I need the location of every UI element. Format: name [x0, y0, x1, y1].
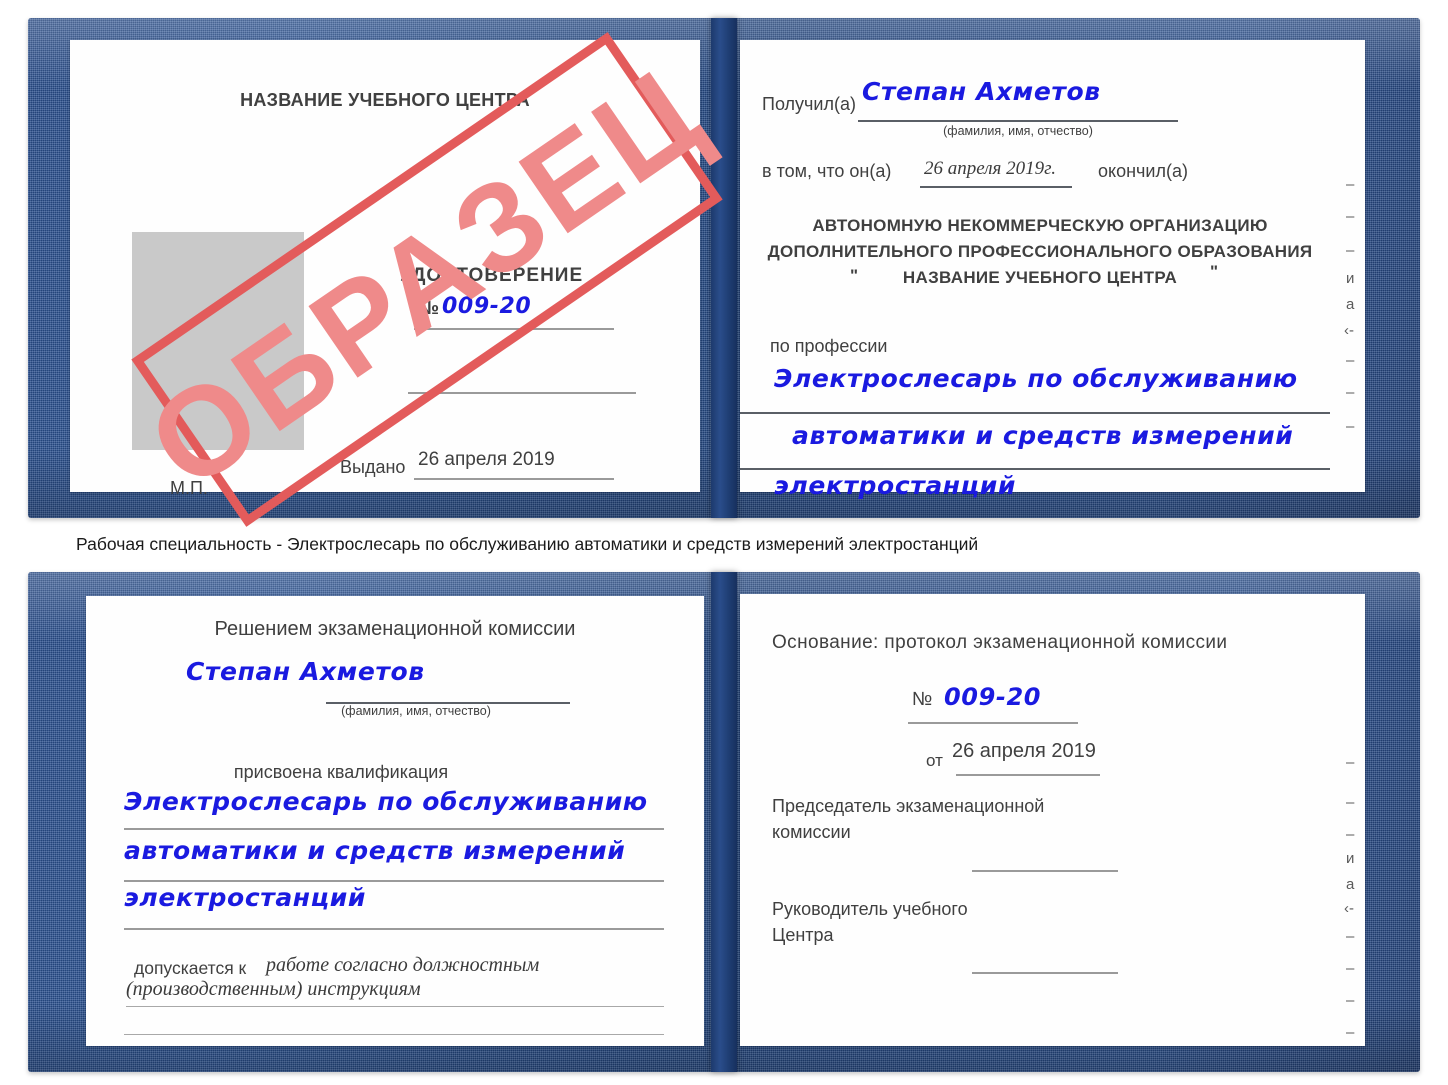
qualification-line2: автоматики и средств измерений [124, 836, 626, 865]
protocol-date-label: от [926, 751, 943, 770]
bottom-right-page: Основание: протокол экзаменационной коми… [740, 594, 1365, 1046]
profession-rule2 [740, 468, 1330, 470]
head-signature-rule [972, 972, 1118, 974]
profession-rule1 [740, 412, 1330, 414]
edge-fragment: ‹- [1344, 322, 1354, 339]
profession-line2: автоматики и средств измерений [792, 421, 1294, 450]
certificate-top: НАЗВАНИЕ УЧЕБНОГО ЦЕНТРА УДОСТОВЕРЕНИЕ №… [28, 18, 1420, 527]
edge-fragment: – [1346, 826, 1355, 843]
edge-fragment: и [1346, 270, 1355, 287]
head-line2: Центра [772, 925, 834, 945]
decision-title: Решением экзаменационной комиссии [214, 618, 576, 640]
bottom-left-page: Решением экзаменационной комиссии Степан… [86, 596, 704, 1046]
certificate-top-spine [711, 18, 737, 518]
admitted-line2: (производственным) инструкциям [126, 978, 421, 1000]
org-line1: АВТОНОМНУЮ НЕКОММЕРЧЕСКУЮ ОРГАНИЗАЦИЮ [812, 216, 1268, 235]
qualification-line1: Электрослесарь по обслуживанию [124, 787, 648, 816]
edge-fragment: – [1346, 754, 1355, 771]
in-that-value: 26 апреля 2019г. [924, 158, 1056, 179]
top-right-page: Получил(а) Степан Ахметов (фамилия, имя,… [740, 40, 1365, 500]
issued-rule [414, 478, 614, 480]
edge-fragment: а [1346, 296, 1355, 313]
edge-fragment: – [1346, 794, 1355, 811]
qualification-rule2 [124, 880, 664, 882]
in-that-label: в том, что он(а) [762, 161, 892, 181]
chairman-signature-rule [972, 870, 1118, 872]
protocol-number-value: 009-20 [944, 683, 1042, 711]
basis-label: Основание: протокол экзаменационной коми… [772, 632, 1228, 653]
blank-rule-top-left [408, 392, 636, 394]
edge-fragment: – [1346, 960, 1355, 977]
number-rule-top-left [414, 328, 614, 330]
edge-fragment: – [1346, 208, 1355, 225]
org-quote-close: " [1210, 262, 1219, 281]
protocol-date-rule [956, 774, 1100, 776]
protocol-number-rule [908, 722, 1078, 724]
edge-fragment: – [1346, 992, 1355, 1009]
top-left-page: НАЗВАНИЕ УЧЕБНОГО ЦЕНТРА УДОСТОВЕРЕНИЕ №… [70, 40, 700, 498]
decision-name-value: Степан Ахметов [186, 657, 425, 686]
fio-hint-top: (фамилия, имя, отчество) [943, 124, 1093, 138]
admitted-line1: работе согласно должностным [266, 954, 540, 976]
received-label: Получил(а) [762, 94, 856, 114]
number-label-top-left: № [418, 298, 440, 319]
received-rule [858, 120, 1178, 122]
admitted-rule1 [126, 1006, 664, 1007]
edge-fragment: – [1346, 928, 1355, 945]
protocol-number-label: № [912, 689, 933, 710]
org-title-top-left: НАЗВАНИЕ УЧЕБНОГО ЦЕНТРА [240, 90, 530, 110]
received-value: Степан Ахметов [862, 77, 1101, 106]
fio-hint-bottom: (фамилия, имя, отчество) [341, 704, 491, 718]
edge-fragment: и [1346, 850, 1355, 867]
qualification-rule1 [124, 828, 664, 830]
org-line2: ДОПОЛНИТЕЛЬНОГО ПРОФЕССИОНАЛЬНОГО ОБРАЗО… [767, 242, 1313, 261]
profession-label: по профессии [770, 336, 888, 356]
admitted-label: допускается к [134, 958, 247, 978]
certificate-bottom-spine [711, 572, 737, 1072]
qualification-rule3 [124, 928, 664, 930]
qualification-label: присвоена квалификация [233, 762, 449, 782]
in-that-rule [920, 186, 1072, 188]
finished-label: окончил(а) [1098, 161, 1188, 181]
protocol-date-value: 26 апреля 2019 [952, 740, 1096, 762]
chairman-line1: Председатель экзаменационной [772, 796, 1045, 816]
edge-fragment: – [1346, 352, 1355, 369]
photo-placeholder [132, 232, 304, 450]
edge-fragment: а [1346, 876, 1355, 893]
admitted-rule2 [124, 1034, 664, 1035]
profession-line3: электростанций [774, 471, 1017, 500]
edge-fragment: – [1346, 1024, 1355, 1041]
edge-fragment: – [1346, 176, 1355, 193]
seal-label-mp: М.П. [170, 478, 208, 498]
doc-title-udostoverenie: УДОСТОВЕРЕНИЕ [400, 265, 584, 286]
profession-line1: Электрослесарь по обслуживанию [774, 364, 1298, 393]
org-line3: НАЗВАНИЕ УЧЕБНОГО ЦЕНТРА [902, 268, 1178, 287]
issued-value: 26 апреля 2019 [418, 449, 555, 470]
issued-label: Выдано [340, 457, 406, 477]
qualification-line3: электростанций [124, 883, 367, 912]
number-value-top-left: 009-20 [442, 294, 532, 319]
edge-fragment: – [1346, 418, 1355, 435]
edge-fragment: – [1346, 242, 1355, 259]
edge-fragment: ‹- [1344, 900, 1354, 917]
chairman-line2: комиссии [772, 822, 851, 842]
certificate-bottom: Решением экзаменационной комиссии Степан… [28, 572, 1420, 1072]
image-caption: Рабочая специальность - Электрослесарь п… [76, 534, 979, 554]
head-line1: Руководитель учебного [772, 899, 968, 919]
edge-fragment: – [1346, 384, 1355, 401]
